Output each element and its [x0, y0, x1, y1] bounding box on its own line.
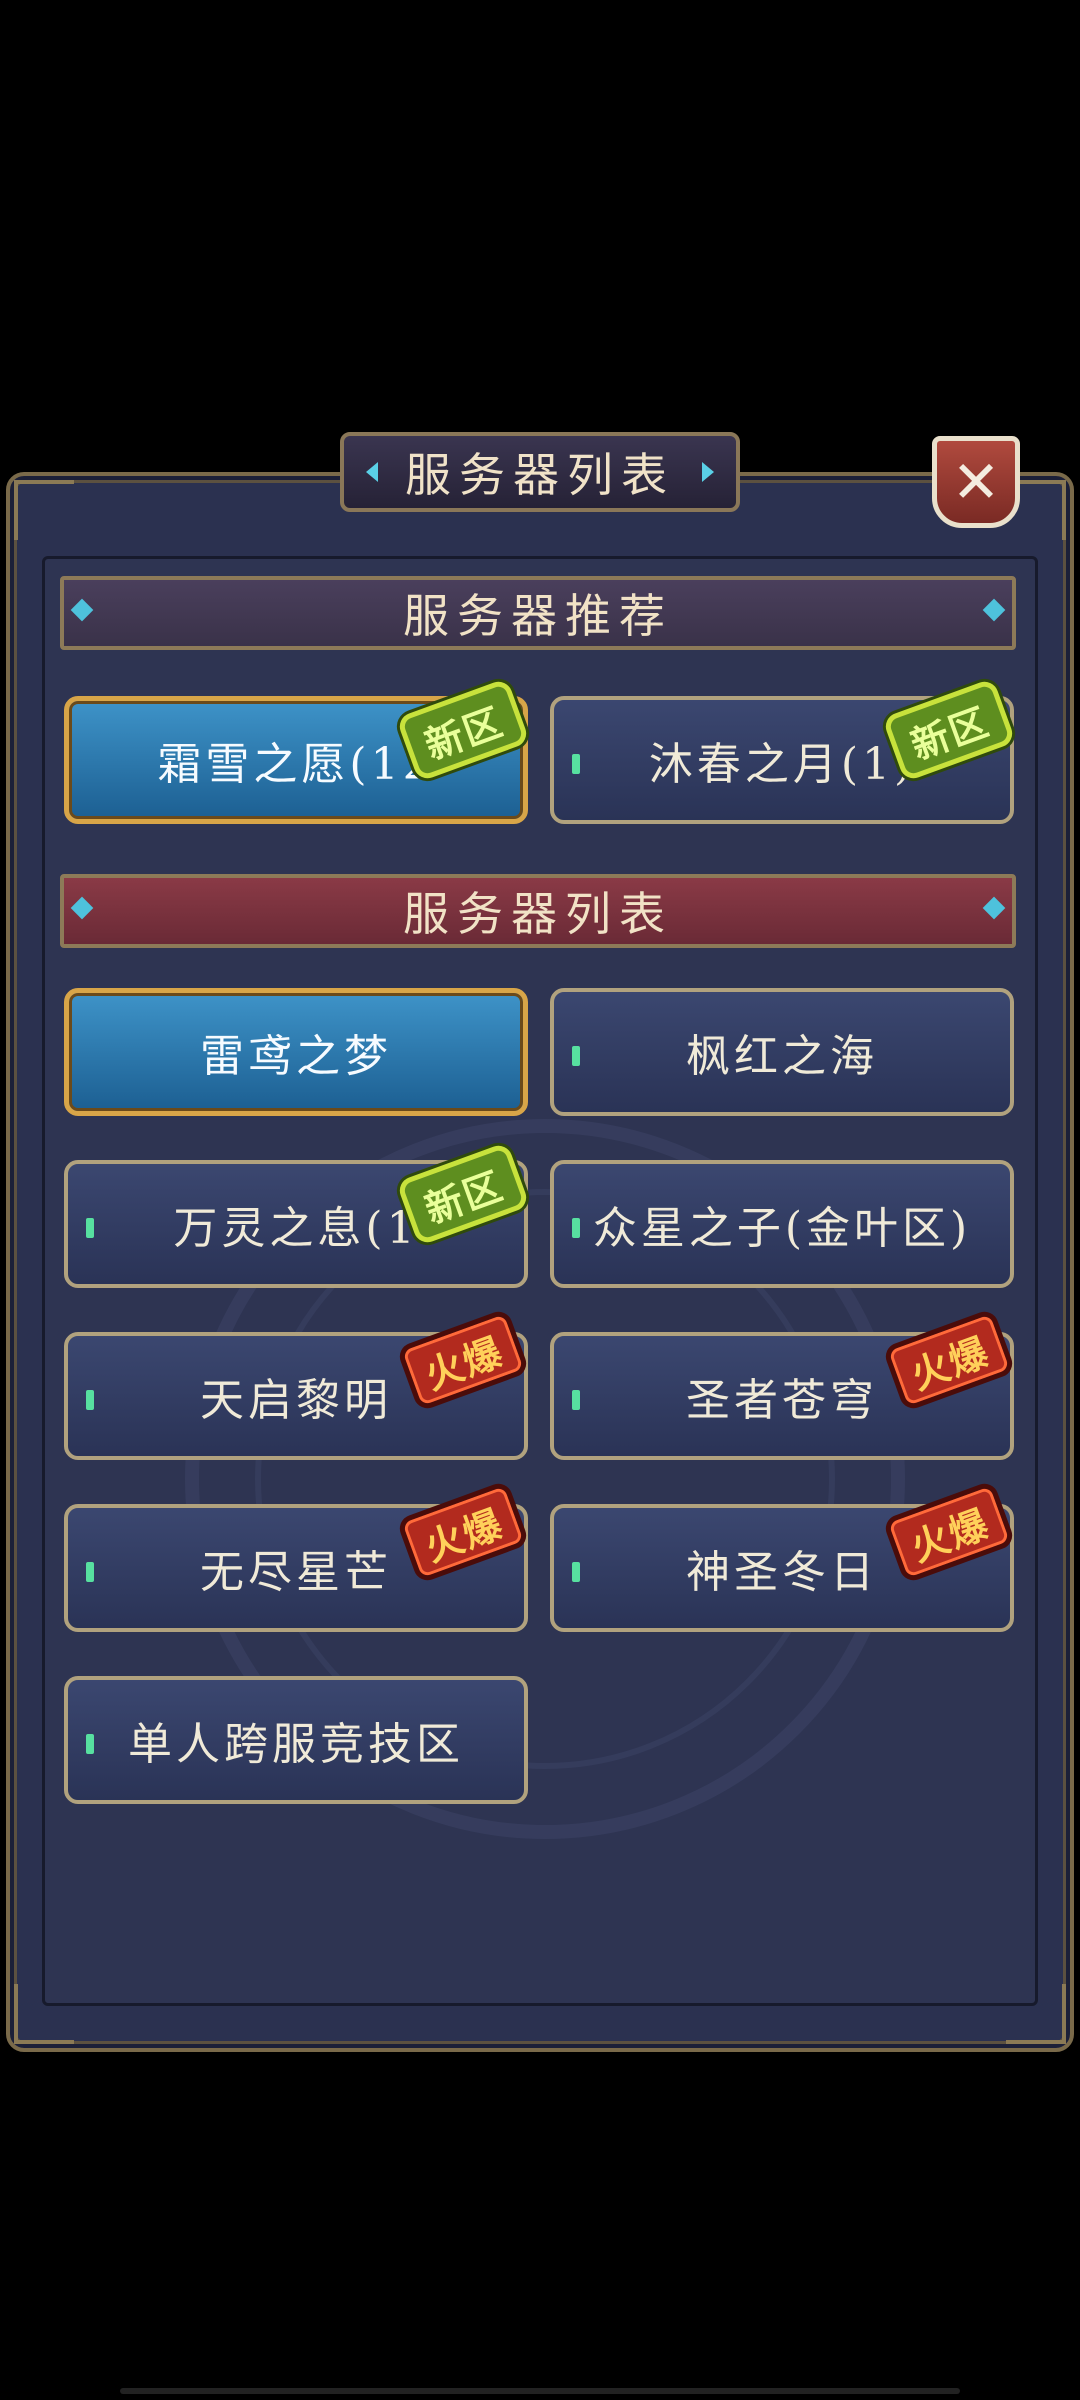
status-indicator-icon [572, 754, 580, 774]
server-name: 单人跨服竞技区 [128, 1719, 464, 1770]
status-indicator-icon [86, 1390, 94, 1410]
server-button[interactable]: 枫红之海 [550, 988, 1014, 1116]
server-name: 枫红之海 [686, 1031, 878, 1082]
server-button[interactable]: 单人跨服竞技区 [64, 1676, 528, 1804]
server-name: 雷鸢之梦 [200, 1031, 392, 1082]
corner-ornament [1006, 1984, 1066, 2044]
diamond-icon [982, 598, 1006, 622]
section-title: 服务器推荐 [403, 589, 673, 643]
server-name: 众星之子(金叶区) [592, 1203, 972, 1254]
status-indicator-icon [572, 1046, 580, 1066]
status-indicator-icon [86, 1734, 94, 1754]
corner-ornament [14, 1984, 74, 2044]
server-name: 神圣冬日 [686, 1547, 878, 1598]
close-button[interactable]: ✕ [932, 436, 1020, 528]
arrow-left-icon [366, 462, 378, 482]
server-list-section-header: 服务器列表 [60, 874, 1016, 948]
status-indicator-icon [86, 1562, 94, 1582]
section-title: 服务器列表 [403, 887, 673, 941]
panel-title: 服务器列表 [340, 432, 740, 512]
server-name: 天启黎明 [200, 1375, 392, 1426]
status-indicator-icon [86, 1218, 94, 1238]
server-name: 无尽星芒 [200, 1547, 392, 1598]
status-indicator-icon [572, 1218, 580, 1238]
server-name: 霜雪之愿(12 [157, 739, 435, 790]
server-name: 万灵之息(1 [173, 1203, 419, 1254]
arrow-right-icon [702, 462, 714, 482]
close-icon: ✕ [951, 448, 1001, 516]
diamond-icon [982, 896, 1006, 920]
status-indicator-icon [572, 1390, 580, 1410]
server-select-screen: 服务器列表 ✕ 服务器推荐 霜雪之愿(12 新区 沐春之月(1) 新区 服务器列… [0, 0, 1080, 2400]
server-name: 沐春之月(1) [648, 739, 916, 790]
panel-title-text: 服务器列表 [405, 448, 675, 502]
corner-ornament [14, 480, 74, 540]
server-button[interactable]: 雷鸢之梦 [64, 988, 528, 1116]
diamond-icon [70, 896, 94, 920]
recommended-section-header: 服务器推荐 [60, 576, 1016, 650]
server-name: 圣者苍穹 [686, 1375, 878, 1426]
status-indicator-icon [572, 1562, 580, 1582]
diamond-icon [70, 598, 94, 622]
gesture-bar[interactable] [120, 2388, 960, 2394]
server-button[interactable]: 众星之子(金叶区) [550, 1160, 1014, 1288]
